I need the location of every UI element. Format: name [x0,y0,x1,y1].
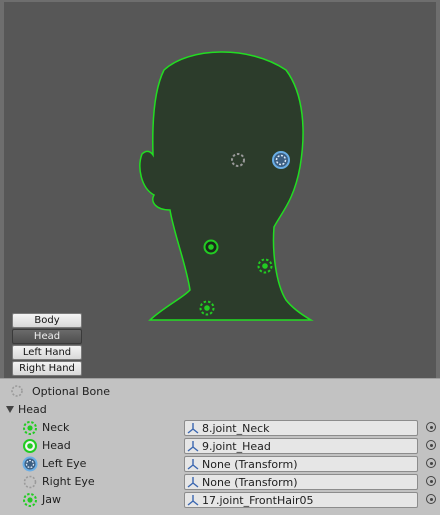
bone-object-field[interactable]: 8.joint_Neck [184,420,418,436]
bone-field-value: None (Transform) [202,475,298,489]
required-bone-dashed-icon [22,420,38,436]
bone-name: Neck [42,421,70,434]
bone-row-left-eye: Left Eye None (Transform) [22,455,436,473]
bone-row-right-eye: Right Eye None (Transform) [22,473,436,491]
bone-field-value: 9.joint_Head [202,439,271,453]
transform-icon [187,476,199,488]
transform-icon [187,494,199,506]
bone-row-jaw: Jaw 17.joint_FrontHair05 [22,491,436,509]
optional-bone-icon [22,474,38,490]
bone-marker-head[interactable] [203,239,219,255]
transform-icon [187,458,199,470]
group-label: Head [18,403,47,416]
bone-field-value: 8.joint_Neck [202,421,270,435]
bone-name: Jaw [42,493,61,506]
bone-object-field[interactable]: None (Transform) [184,474,418,490]
bone-mapping-inspector: Optional Bone Head Neck 8.joint_Neck Hea… [0,378,440,515]
object-picker-icon[interactable] [426,476,436,486]
bone-marker-left-eye[interactable] [272,151,290,169]
optional-bone-icon [11,385,23,397]
required-bone-dashed-icon [22,492,38,508]
required-bone-solid-icon [22,438,38,454]
body-mode-button[interactable]: Body [12,313,82,328]
optional-bone-label: Optional Bone [32,384,111,398]
avatar-head-viewport: Body Head Left Hand Right Hand [0,0,440,378]
left-hand-mode-button[interactable]: Left Hand [12,345,82,360]
bone-row-neck: Neck 8.joint_Neck [22,419,436,437]
transform-icon [187,422,199,434]
right-hand-mode-button[interactable]: Right Hand [12,361,82,376]
foldout-arrow-icon[interactable] [6,406,14,413]
bone-object-field[interactable]: None (Transform) [184,456,418,472]
head-group-foldout[interactable]: Head [6,403,47,416]
bone-object-field[interactable]: 17.joint_FrontHair05 [184,492,418,508]
bone-field-value: None (Transform) [202,457,298,471]
bone-row-head: Head 9.joint_Head [22,437,436,455]
head-shape [139,51,314,321]
bone-name: Head [42,439,71,452]
object-picker-icon[interactable] [426,458,436,468]
object-picker-icon[interactable] [426,494,436,504]
bone-object-field[interactable]: 9.joint_Head [184,438,418,454]
transform-icon [187,440,199,452]
bone-field-value: 17.joint_FrontHair05 [202,493,314,507]
bone-name: Left Eye [42,457,87,470]
object-picker-icon[interactable] [426,440,436,450]
head-mode-button[interactable]: Head [12,329,82,344]
selected-optional-bone-icon [22,456,38,472]
object-picker-icon[interactable] [426,422,436,432]
bone-name: Right Eye [42,475,95,488]
optional-bone-legend: Optional Bone [10,383,110,399]
